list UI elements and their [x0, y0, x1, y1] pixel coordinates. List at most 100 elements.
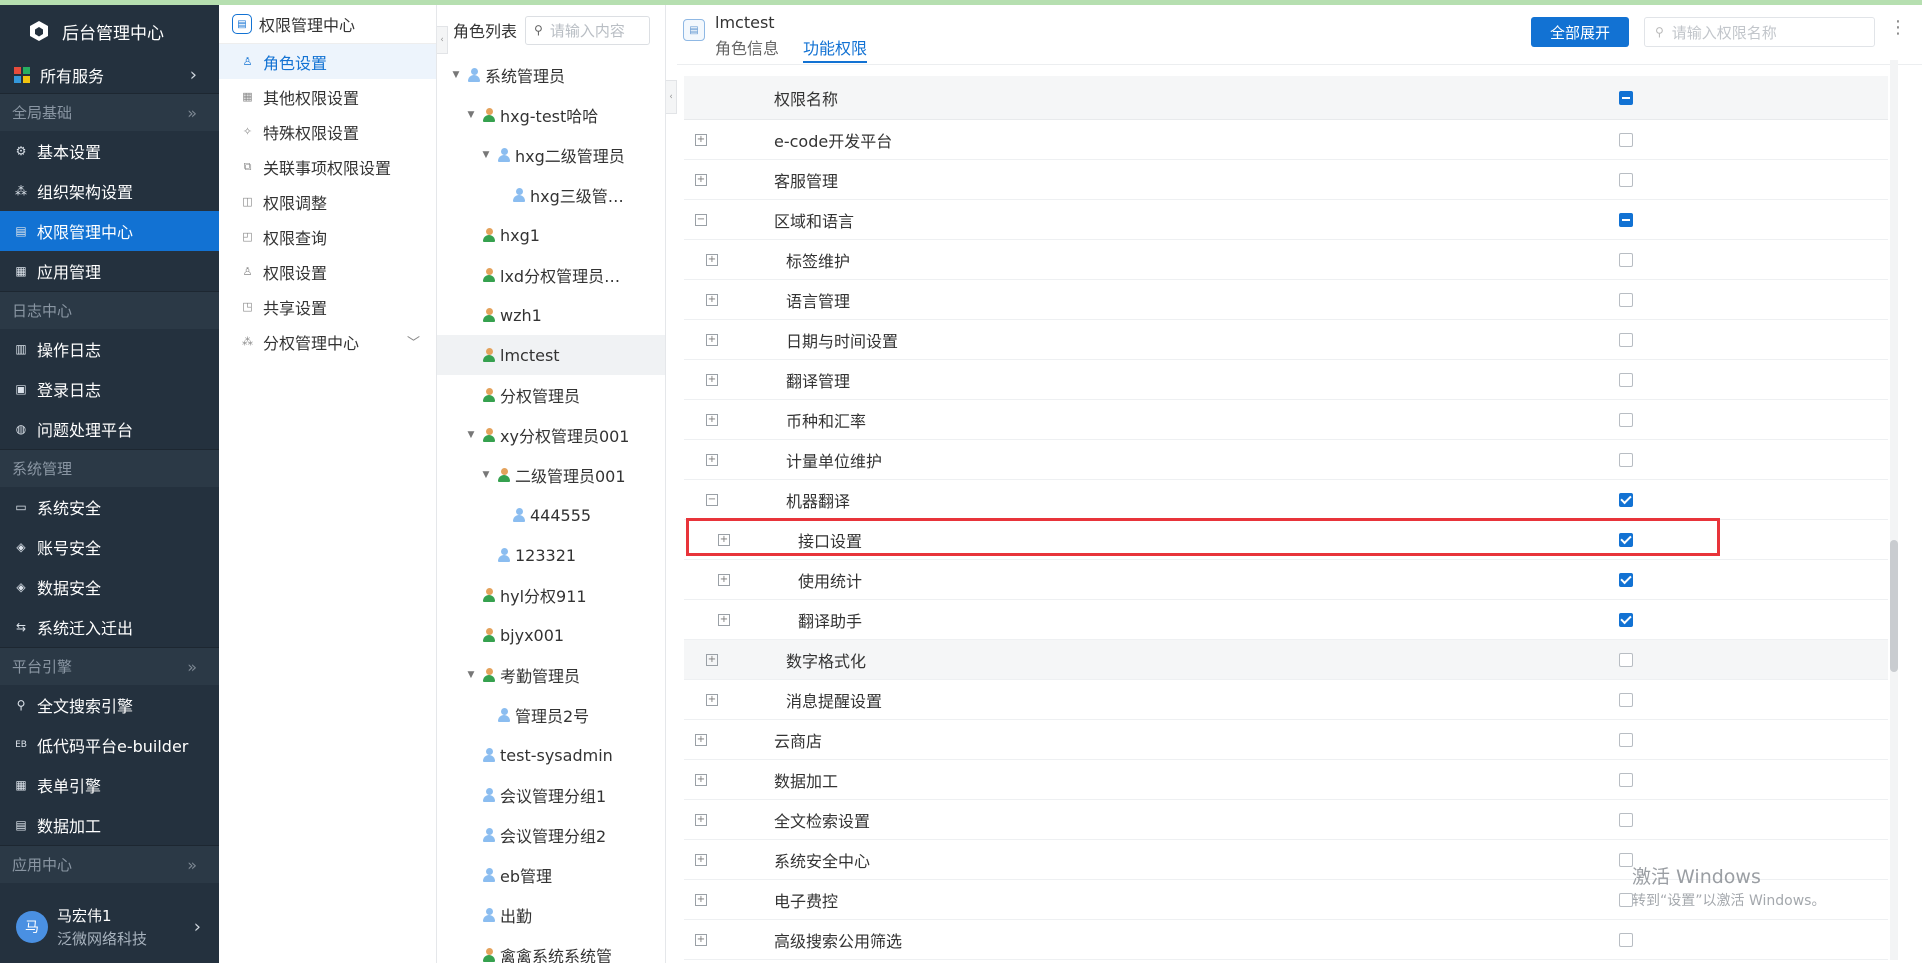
permission-menu-item[interactable]: ⁂ 分权管理中心 ﹀ [219, 324, 436, 359]
expand-icon[interactable]: + [718, 613, 730, 626]
role-tree-item[interactable]: ▼ 二级管理员001 [437, 455, 665, 495]
permission-row[interactable]: + 客服管理 [684, 160, 1888, 200]
permission-checkbox[interactable] [1619, 332, 1633, 347]
caret-down-icon[interactable]: ▼ [449, 70, 463, 80]
role-tree-item[interactable]: ▼ hxg-test哈哈 [437, 95, 665, 135]
sidebar-item[interactable]: EB 低代码平台e-builder [0, 725, 219, 765]
sidebar-item[interactable]: ◈ 数据安全 [0, 567, 219, 607]
caret-down-icon[interactable]: ▼ [464, 430, 478, 440]
role-tree-item[interactable]: bjyx001 [437, 615, 665, 655]
permission-row[interactable]: + 日期与时间设置 [684, 320, 1888, 360]
permission-menu-item[interactable]: ◳ 共享设置 [219, 289, 436, 324]
tab-function-permission[interactable]: 功能权限 [803, 35, 868, 63]
permission-row[interactable]: + 币种和汇率 [684, 400, 1888, 440]
permission-menu-item[interactable]: ✧ 特殊权限设置 [219, 114, 436, 149]
role-tree-item[interactable]: 管理员2号 [437, 695, 665, 735]
expand-icon[interactable]: + [718, 533, 730, 546]
permission-checkbox[interactable] [1619, 212, 1633, 227]
sidebar-item[interactable]: ⁂ 组织架构设置 [0, 171, 219, 211]
more-options-icon[interactable]: ⋮ [1889, 17, 1907, 38]
permission-checkbox[interactable] [1619, 732, 1633, 747]
permission-checkbox[interactable] [1619, 452, 1633, 467]
sidebar-item[interactable]: ▤ 数据加工 [0, 805, 219, 845]
brand[interactable]: 后台管理中心 [0, 5, 219, 57]
expand-all-button[interactable]: 全部展开 [1531, 17, 1629, 47]
permission-row[interactable]: + 全文检索设置 [684, 800, 1888, 840]
permission-row[interactable]: + 计量单位维护 [684, 440, 1888, 480]
sidebar-item[interactable]: ⇆ 系统迁入迁出 [0, 607, 219, 647]
role-tree-item[interactable]: wzh1 [437, 295, 665, 335]
sidebar-item[interactable]: ◈ 账号安全 [0, 527, 219, 567]
permission-checkbox[interactable] [1619, 412, 1633, 427]
role-tree-item[interactable]: 会议管理分组1 [437, 775, 665, 815]
role-tree-item[interactable]: eb管理 [437, 855, 665, 895]
sidebar-group-header[interactable]: 全局基础 » [0, 93, 219, 131]
permission-checkbox[interactable] [1619, 172, 1633, 187]
sidebar-item[interactable]: ▥ 操作日志 [0, 329, 219, 369]
permission-row[interactable]: + 云商店 [684, 720, 1888, 760]
permission-menu-item[interactable]: ♙ 角色设置 [219, 44, 436, 79]
expand-icon[interactable]: + [706, 333, 718, 346]
tab-role-info[interactable]: 角色信息 [715, 35, 779, 61]
permission-checkbox[interactable] [1619, 612, 1633, 627]
role-tree-item[interactable]: 禽禽系统系统管 [437, 935, 665, 963]
role-tree-item[interactable]: ▼ 考勤管理员 [437, 655, 665, 695]
sidebar-group-header[interactable]: 日志中心 [0, 291, 219, 329]
permission-checkbox[interactable] [1619, 652, 1633, 667]
role-tree-item[interactable]: 出勤 [437, 895, 665, 935]
collapse-roles-handle[interactable]: ‹ [666, 80, 677, 114]
vertical-scrollbar-track[interactable] [1890, 60, 1898, 960]
permission-row[interactable]: − 区域和语言 [684, 200, 1888, 240]
sidebar-item[interactable]: ▦ 应用管理 [0, 251, 219, 291]
expand-icon[interactable]: + [695, 853, 707, 866]
expand-icon[interactable]: + [695, 733, 707, 746]
permission-checkbox[interactable] [1619, 532, 1633, 547]
expand-icon[interactable]: + [718, 573, 730, 586]
permission-row[interactable]: + 翻译管理 [684, 360, 1888, 400]
sidebar-item[interactable]: ⚲ 全文搜索引擎 [0, 685, 219, 725]
role-tree-item[interactable]: 123321 [437, 535, 665, 575]
permission-menu-item[interactable]: ◫ 权限调整 [219, 184, 436, 219]
sidebar-group-header[interactable]: 应用中心 » [0, 845, 219, 883]
permission-menu-item[interactable]: ♙ 权限设置 [219, 254, 436, 289]
permission-menu-item[interactable]: ▦ 其他权限设置 [219, 79, 436, 114]
role-search-input[interactable]: ⚲ 请输入内容 [525, 15, 651, 45]
role-tree-item[interactable]: lxd分权管理员… [437, 255, 665, 295]
caret-down-icon[interactable]: ▼ [464, 110, 478, 120]
expand-icon[interactable]: + [706, 693, 718, 706]
sidebar-item[interactable]: ▤ 权限管理中心 [0, 211, 219, 251]
permission-row[interactable]: + 翻译助手 [684, 600, 1888, 640]
sidebar-group-header[interactable]: 平台引擎 » [0, 647, 219, 685]
all-services-button[interactable]: 所有服务 › [0, 57, 219, 93]
role-tree-item[interactable]: ▼ xy分权管理员001 [437, 415, 665, 455]
permission-checkbox[interactable] [1619, 572, 1633, 587]
expand-icon[interactable]: + [695, 173, 707, 186]
role-tree-item[interactable]: lmctest [437, 335, 665, 375]
collapse-left-handle[interactable]: ‹ [437, 26, 448, 54]
sidebar-item[interactable]: ◍ 问题处理平台 [0, 409, 219, 449]
permission-row[interactable]: + 高级搜索公用筛选 [684, 920, 1888, 960]
permission-row[interactable]: + 数字格式化 [684, 640, 1888, 680]
permission-row[interactable]: + 数据加工 [684, 760, 1888, 800]
permission-row[interactable]: + 标签维护 [684, 240, 1888, 280]
sidebar-item[interactable]: ▭ 系统安全 [0, 487, 219, 527]
collapse-icon[interactable]: − [695, 213, 707, 226]
expand-icon[interactable]: + [706, 653, 718, 666]
permission-checkbox[interactable] [1619, 812, 1633, 827]
permission-checkbox[interactable] [1619, 252, 1633, 267]
permission-search-input[interactable]: ⚲ 请输入权限名称 [1644, 17, 1875, 47]
caret-down-icon[interactable]: ▼ [479, 470, 493, 480]
sidebar-item[interactable]: ⚙ 基本设置 [0, 131, 219, 171]
select-all-checkbox[interactable] [1619, 91, 1633, 105]
role-tree-item[interactable]: 444555 [437, 495, 665, 535]
expand-icon[interactable]: + [695, 773, 707, 786]
permission-row[interactable]: + e-code开发平台 [684, 120, 1888, 160]
expand-icon[interactable]: + [706, 373, 718, 386]
permission-row[interactable]: + 接口设置 [684, 520, 1888, 560]
role-tree-item[interactable]: hxg1 [437, 215, 665, 255]
expand-icon[interactable]: + [706, 453, 718, 466]
collapse-icon[interactable]: − [706, 493, 718, 506]
expand-icon[interactable]: + [695, 933, 707, 946]
caret-down-icon[interactable]: ▼ [464, 670, 478, 680]
permission-checkbox[interactable] [1619, 292, 1633, 307]
